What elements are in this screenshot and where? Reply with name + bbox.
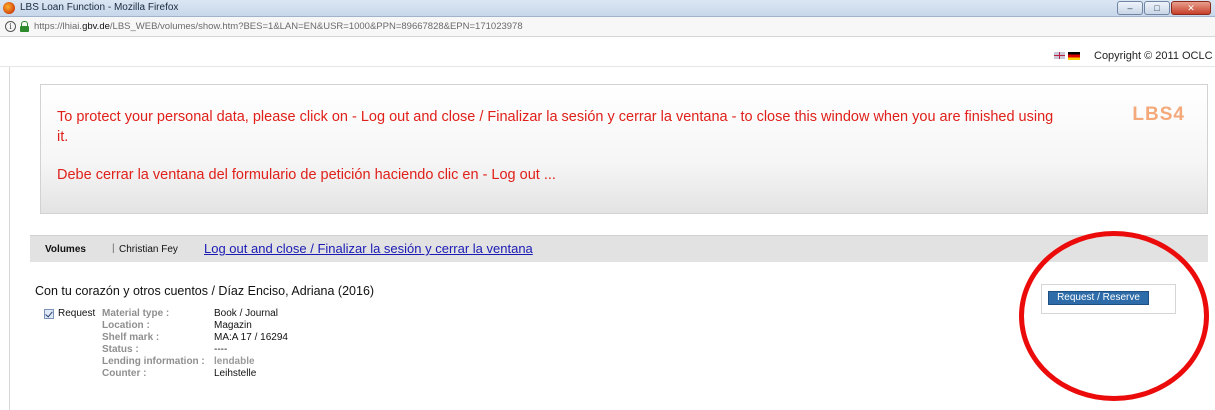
lending-info-value: lendable [214, 356, 255, 367]
de-flag-icon[interactable] [1068, 52, 1080, 60]
material-type-label: Material type : [102, 308, 170, 319]
nav-separator: | [112, 243, 115, 254]
nav-bar: Volumes | Christian Fey Log out and clos… [30, 235, 1208, 262]
address-bar[interactable]: i https://lhiai.gbv.de/LBS_WEB/volumes/s… [0, 17, 1215, 37]
url-path: /LBS_WEB/volumes/show.htm?BES=1&LAN=EN&U… [109, 21, 523, 32]
status-value: ---- [214, 344, 228, 355]
location-label: Location : [102, 320, 150, 331]
request-checkbox[interactable] [44, 309, 54, 319]
maximize-button[interactable]: □ [1144, 1, 1170, 15]
counter-value: Leihstelle [214, 368, 257, 379]
url-domain: gbv.de [82, 21, 110, 32]
url-text[interactable]: https://lhiai.gbv.de/LBS_WEB/volumes/sho… [34, 21, 523, 32]
content-divider [9, 67, 10, 410]
close-button[interactable]: ✕ [1171, 1, 1211, 15]
page-header [0, 37, 1215, 67]
counter-label: Counter : [102, 368, 147, 379]
material-type-value: Book / Journal [214, 308, 278, 319]
lbs4-logo: LBS4 [1132, 104, 1185, 125]
firefox-icon [3, 2, 15, 14]
shelf-mark-label: Shelf mark : [102, 332, 160, 343]
lock-icon[interactable] [20, 21, 29, 32]
uk-flag-icon[interactable] [1054, 52, 1065, 59]
copyright-text: Copyright © 2011 OCLC [1094, 50, 1213, 62]
logout-link[interactable]: Log out and close / Finalizar la sesión … [204, 241, 533, 256]
volumes-label: Volumes [45, 244, 86, 255]
status-label: Status : [102, 344, 139, 355]
request-checkbox-label[interactable]: Request [58, 308, 95, 319]
window-controls: – □ ✕ [1117, 1, 1211, 15]
minimize-button[interactable]: – [1117, 1, 1143, 15]
notice-message-es: Debe cerrar la ventana del formulario de… [57, 167, 556, 183]
highlight-circle [1019, 231, 1209, 401]
notice-message-en: To protect your personal data, please cl… [57, 109, 1054, 145]
window-titlebar: LBS Loan Function - Mozilla Firefox – □ … [0, 0, 1215, 17]
window-title: LBS Loan Function - Mozilla Firefox [20, 2, 179, 13]
book-title: Con tu corazón y otros cuentos / Díaz En… [35, 284, 375, 298]
location-value: Magazin [214, 320, 252, 331]
user-name: Christian Fey [119, 244, 178, 255]
privacy-notice: To protect your personal data, please cl… [40, 84, 1208, 214]
url-prefix: https://lhiai. [34, 21, 83, 32]
info-icon[interactable]: i [5, 21, 16, 32]
shelf-mark-value: MA:A 17 / 16294 [214, 332, 288, 343]
lending-info-label: Lending information : [102, 356, 205, 367]
